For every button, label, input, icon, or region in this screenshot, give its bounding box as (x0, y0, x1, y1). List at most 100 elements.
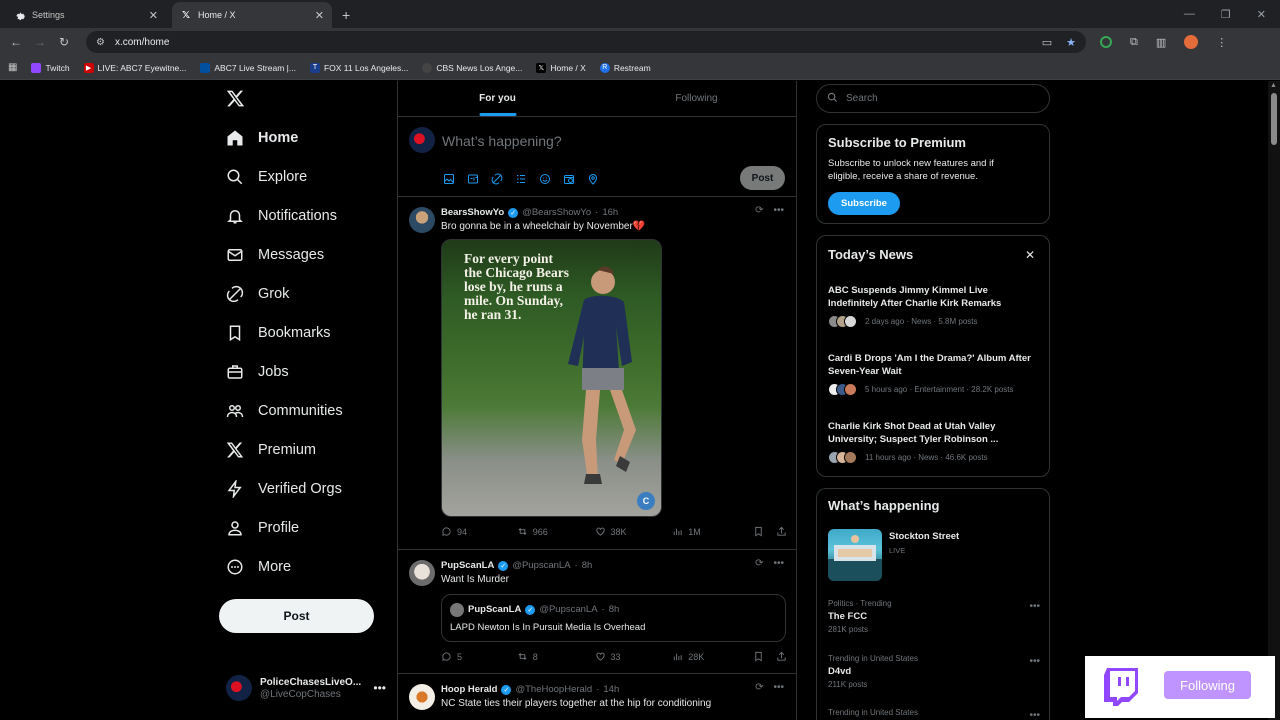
live-event-name[interactable]: Stockton Street (889, 531, 959, 542)
avatar[interactable] (409, 560, 435, 586)
extensions-puzzle-icon[interactable]: ⧉ (1130, 36, 1138, 49)
author-handle[interactable]: @PupscanLA (512, 560, 570, 571)
more-icon[interactable]: ••• (1029, 601, 1040, 612)
bookmark-icon[interactable] (753, 526, 764, 537)
bookmark-item[interactable]: 𝕏 Home / X (536, 62, 586, 73)
scrollbar-thumb[interactable] (1271, 93, 1277, 145)
tab-for-you[interactable]: For you (398, 81, 597, 116)
close-tab-icon[interactable]: ✕ (315, 9, 324, 22)
nav-communities[interactable]: Communities (226, 402, 343, 420)
live-event-thumbnail[interactable] (828, 529, 882, 581)
author-name[interactable]: BearsShowYo (441, 207, 504, 218)
nav-explore[interactable]: Explore (226, 168, 307, 186)
address-bar[interactable]: ⚙ x.com/home ▭ ★ (86, 31, 1086, 53)
tweet[interactable]: Hoop Herald ✓ @TheHoopHerald · 14h ⟳ •••… (398, 674, 796, 720)
grok-icon[interactable]: ⟳ (755, 558, 763, 569)
repost-button[interactable]: 8 (517, 651, 595, 662)
news-item[interactable]: Charlie Kirk Shot Dead at Utah Valley Un… (828, 420, 1038, 464)
reply-button[interactable]: 5 (441, 651, 517, 662)
more-icon[interactable]: ••• (1029, 656, 1040, 667)
quoted-tweet[interactable]: PupScanLA ✓ @PupscanLA · 8h LAPD Newton … (441, 594, 786, 642)
nav-profile[interactable]: Profile (226, 519, 299, 537)
news-item[interactable]: ABC Suspends Jimmy Kimmel Live Indefinit… (828, 284, 1038, 328)
like-button[interactable]: 38K (595, 526, 673, 537)
bookmark-item[interactable]: CBS News Los Ange... (422, 62, 522, 73)
site-info-icon[interactable]: ⚙ (96, 37, 105, 48)
more-icon[interactable]: ••• (373, 681, 386, 695)
tweet-image[interactable]: For every point the Chicago Bears lose b… (441, 239, 662, 517)
author-name[interactable]: Hoop Herald (441, 684, 497, 695)
nav-notifications[interactable]: Notifications (226, 207, 337, 225)
avatar[interactable] (409, 207, 435, 233)
news-item[interactable]: Cardi B Drops 'Am I the Drama?' Album Af… (828, 352, 1038, 396)
author-handle[interactable]: @TheHoopHerald (515, 684, 592, 695)
more-icon[interactable]: ••• (773, 682, 784, 693)
reload-icon[interactable]: ↻ (52, 35, 76, 49)
share-icon[interactable] (776, 526, 787, 537)
tweet[interactable]: PupScanLA ✓ @PupscanLA · 8h ⟳ ••• Want I… (398, 550, 796, 674)
nav-premium[interactable]: Premium (226, 441, 316, 459)
nav-verified-orgs[interactable]: Verified Orgs (226, 480, 342, 498)
bookmark-item[interactable]: ABC7 Live Stream |... (200, 62, 296, 73)
bookmark-icon[interactable] (753, 651, 764, 662)
author-name[interactable]: PupScanLA (441, 560, 494, 571)
minimize-icon[interactable]: — (1184, 8, 1195, 20)
close-window-icon[interactable]: ✕ (1257, 8, 1266, 21)
scroll-up-icon[interactable]: ▲ (1270, 82, 1277, 89)
extension-icon[interactable] (1100, 36, 1112, 48)
trend-item[interactable]: Trending in United States ••• (828, 708, 1040, 720)
more-icon[interactable]: ••• (773, 205, 784, 216)
nav-jobs[interactable]: Jobs (226, 363, 289, 381)
tweet-time[interactable]: 8h (582, 560, 593, 571)
close-tab-icon[interactable]: ✕ (149, 9, 158, 22)
forward-icon[interactable]: → (28, 35, 52, 49)
reply-button[interactable]: 94 (441, 526, 517, 537)
share-icon[interactable] (776, 651, 787, 662)
schedule-icon[interactable] (562, 172, 576, 186)
grok-icon[interactable]: ⟳ (755, 205, 763, 216)
repost-button[interactable]: 966 (517, 526, 595, 537)
apps-grid-icon[interactable]: ▦ (8, 62, 17, 73)
twitch-following-button[interactable]: Following (1164, 671, 1251, 699)
more-icon[interactable]: ••• (1029, 710, 1040, 720)
like-button[interactable]: 33 (595, 651, 673, 662)
avatar[interactable] (409, 684, 435, 710)
views-button[interactable]: 28K (672, 651, 753, 662)
bookmark-item[interactable]: ▶ LIVE: ABC7 Eyewitne... (83, 62, 186, 73)
search-input[interactable]: Search (816, 84, 1050, 113)
composer-input[interactable]: What’s happening? (442, 133, 562, 149)
nav-messages[interactable]: Messages (226, 246, 324, 264)
new-tab-icon[interactable]: + (342, 2, 350, 28)
trend-item[interactable]: Trending in United States D4vd 211K post… (828, 654, 1040, 689)
emoji-icon[interactable] (538, 172, 552, 186)
bookmark-item[interactable]: R Restream (599, 62, 651, 73)
restore-icon[interactable]: ❐ (1221, 8, 1231, 21)
browser-tab-settings[interactable]: Settings ✕ (6, 2, 166, 28)
close-icon[interactable]: ✕ (1025, 248, 1035, 262)
trend-item[interactable]: Politics · Trending The FCC 281K posts •… (828, 599, 1040, 634)
bookmark-star-icon[interactable]: ★ (1066, 36, 1076, 49)
more-icon[interactable]: ••• (773, 558, 784, 569)
grok-icon[interactable] (490, 172, 504, 186)
x-logo-icon[interactable] (226, 89, 245, 114)
post-button[interactable]: Post (219, 599, 374, 633)
browser-tab-home-x[interactable]: 𝕏 Home / X ✕ (172, 2, 332, 28)
side-panel-icon[interactable]: ▥ (1156, 36, 1166, 49)
profile-avatar-icon[interactable] (1184, 35, 1199, 49)
cast-icon[interactable]: ▭ (1042, 36, 1052, 49)
tweet-time[interactable]: 16h (602, 207, 618, 218)
account-switcher[interactable]: PoliceChasesLiveO... @LiveCopChases ••• (226, 675, 386, 701)
subscribe-button[interactable]: Subscribe (828, 192, 900, 215)
page-scrollbar[interactable]: ▲ (1268, 81, 1280, 720)
author-handle[interactable]: @BearsShowYo (522, 207, 591, 218)
nav-bookmarks[interactable]: Bookmarks (226, 324, 331, 342)
views-button[interactable]: 1M (672, 526, 753, 537)
nav-more[interactable]: More (226, 558, 291, 576)
grok-icon[interactable]: ⟳ (755, 682, 763, 693)
nav-grok[interactable]: Grok (226, 285, 289, 303)
bookmark-item[interactable]: Twitch (31, 62, 70, 73)
back-icon[interactable]: ← (4, 35, 28, 49)
composer-post-button[interactable]: Post (740, 166, 785, 190)
gif-icon[interactable] (466, 172, 480, 186)
tweet[interactable]: BearsShowYo ✓ @BearsShowYo · 16h ⟳ ••• B… (398, 197, 796, 550)
